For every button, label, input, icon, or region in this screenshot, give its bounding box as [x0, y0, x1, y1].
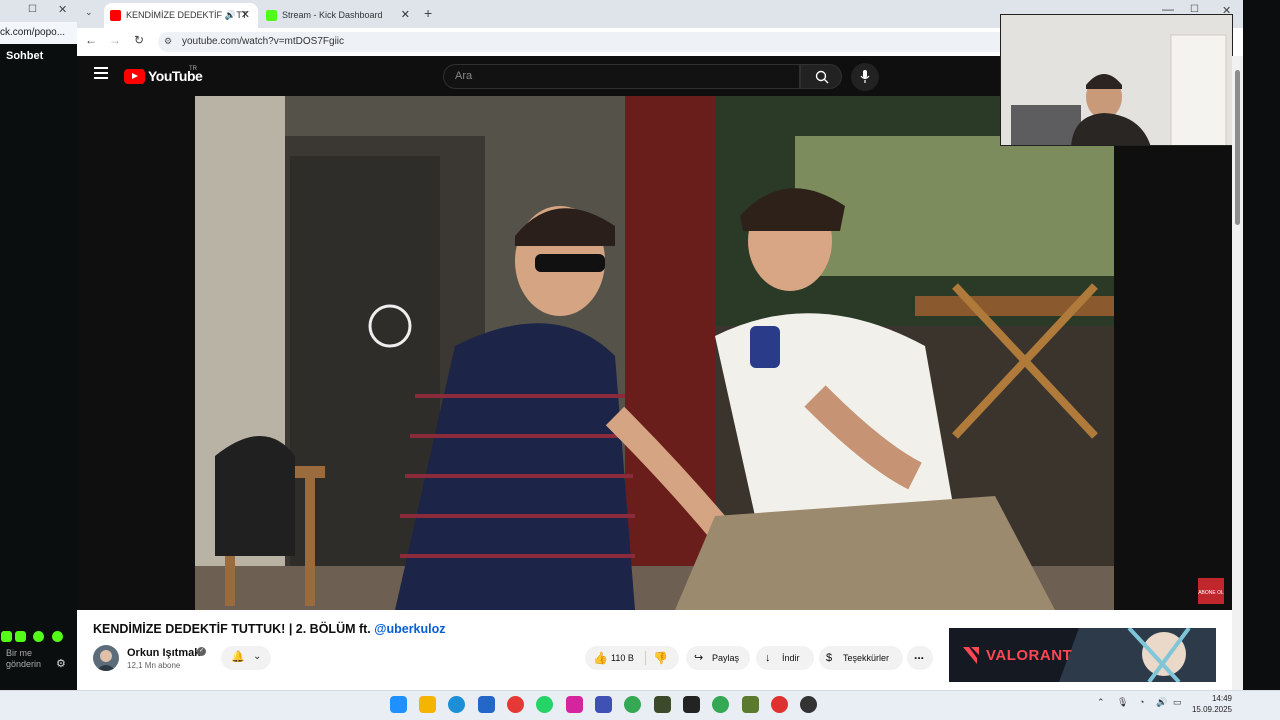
avatar[interactable]: [93, 645, 119, 671]
new-tab-icon[interactable]: +: [424, 5, 432, 21]
battery-icon[interactable]: ▭: [1173, 697, 1182, 708]
chevron-up-icon[interactable]: ⌃: [1097, 697, 1105, 708]
share-icon: ↪: [694, 652, 704, 664]
channel-name[interactable]: Orkun Işıtmak: [127, 647, 200, 659]
microphone-icon: [860, 70, 870, 83]
speaker-icon[interactable]: 🔊: [221, 3, 236, 28]
clock-date: 15.09.2025: [1191, 705, 1232, 714]
gear-icon[interactable]: ⚙: [56, 657, 66, 670]
close-icon[interactable]: ✕: [401, 3, 410, 28]
reload-icon[interactable]: ↻: [130, 33, 148, 47]
subscriber-count: 12,1 Mn abone: [127, 661, 181, 670]
youtube-logo-icon[interactable]: [124, 69, 145, 84]
avatar-image: [96, 650, 116, 671]
chat-message-input[interactable]: Bir me gönderin: [6, 648, 44, 680]
minecraft-icon[interactable]: [654, 696, 671, 713]
share-button[interactable]: ↪ Paylaş: [686, 646, 750, 670]
search-icon: [815, 70, 829, 84]
verified-icon: ✓: [197, 647, 206, 656]
volume-icon[interactable]: 🔊: [1156, 697, 1167, 708]
more-icon: ...: [914, 648, 925, 662]
obs-icon[interactable]: [800, 696, 817, 713]
chevron-down-icon: ⌄: [253, 651, 262, 662]
search-button[interactable]: [800, 64, 842, 89]
video-title-text: KENDİMİZE DEDEKTİF TUTTUK! | 2. BÖLÜM ft…: [93, 622, 371, 636]
app-icon[interactable]: [595, 696, 612, 713]
clock-time: 14:49: [1211, 694, 1232, 703]
subscribe-watermark[interactable]: ABONE OL: [1198, 578, 1224, 604]
chrome-icon[interactable]: [712, 696, 729, 713]
chat-title: Sohbet: [6, 50, 44, 62]
back-icon[interactable]: ←: [82, 33, 100, 47]
hamburger-menu-icon[interactable]: [94, 67, 108, 79]
scrollbar-thumb[interactable]: [1235, 70, 1240, 225]
close-icon[interactable]: ✕: [241, 3, 250, 28]
windows-start-icon[interactable]: [390, 696, 407, 713]
download-button[interactable]: ↓ İndir: [756, 646, 814, 670]
app-icon[interactable]: [771, 696, 788, 713]
ad-brand-text: VALORANT: [986, 647, 1073, 664]
region-code: TR: [189, 66, 197, 72]
like-dislike-group: 👍 110 B 👎: [585, 646, 679, 670]
minecraft-icon[interactable]: [742, 696, 759, 713]
kick-window-titlebar: ☐ ✕: [0, 0, 77, 22]
instagram-icon[interactable]: [566, 696, 583, 713]
share-label: Paylaş: [712, 653, 740, 663]
video-frame: [195, 96, 1114, 610]
kick-chat-window: [0, 0, 77, 690]
bell-icon: 🔔: [231, 651, 245, 663]
wifi-icon[interactable]: ◔: [1139, 697, 1144, 707]
webcam-frame: [1001, 15, 1232, 145]
webcam-overlay: [1000, 14, 1233, 146]
app-icon[interactable]: [683, 696, 700, 713]
emote-icon[interactable]: [15, 631, 26, 642]
youtube-favicon-icon: [110, 10, 121, 21]
kick-favicon-icon: [266, 10, 277, 21]
more-actions-button[interactable]: ...: [907, 646, 933, 670]
emote-icon[interactable]: [52, 631, 63, 642]
url-input[interactable]: youtube.com/watch?v=mtDOS7Fgiic: [158, 32, 1008, 52]
microphone-icon[interactable]: 🎙: [1117, 697, 1128, 708]
close-icon[interactable]: ✕: [58, 3, 67, 16]
search-input[interactable]: Ara: [443, 64, 800, 89]
emote-icon[interactable]: [1, 631, 12, 642]
forward-icon[interactable]: →: [106, 33, 124, 47]
tab-kick-dashboard[interactable]: Stream - Kick Dashboard ✕: [260, 3, 418, 28]
video-title: KENDİMİZE DEDEKTİF TUTTUK! | 2. BÖLÜM ft…: [93, 622, 446, 636]
tab-youtube[interactable]: KENDİMİZE DEDEKTİF TUTT 🔊 ✕: [104, 3, 258, 28]
like-icon[interactable]: 👍: [593, 646, 608, 670]
whatsapp-icon[interactable]: [536, 696, 553, 713]
media-player-icon[interactable]: [507, 696, 524, 713]
mention-link[interactable]: @uberkuloz: [374, 622, 445, 636]
tab-list-icon[interactable]: ⌄: [85, 7, 93, 18]
divider: [645, 651, 646, 665]
download-icon: ↓: [765, 652, 771, 664]
download-label: İndir: [782, 653, 800, 663]
emote-icon[interactable]: [33, 631, 44, 642]
like-count[interactable]: 110 B: [611, 646, 634, 670]
kick-address-bar[interactable]: ck.com/popo...: [0, 22, 77, 44]
thanks-label: Teşekkürler: [843, 653, 890, 663]
site-info-icon[interactable]: ⚙: [164, 36, 172, 47]
video-player[interactable]: [195, 96, 1114, 610]
tab-label: Stream - Kick Dashboard: [282, 10, 383, 20]
thanks-button[interactable]: $ Teşekkürler: [819, 646, 903, 670]
super-thanks-icon: $: [826, 652, 833, 664]
file-explorer-icon[interactable]: [419, 696, 436, 713]
app-icon[interactable]: [478, 696, 495, 713]
taskbar-clock[interactable]: 14:49 15.09.2025: [1190, 693, 1232, 715]
maximize-icon[interactable]: ☐: [28, 4, 37, 15]
edge-icon[interactable]: [448, 696, 465, 713]
dislike-icon[interactable]: 👎: [653, 646, 668, 670]
voice-search-button[interactable]: [851, 63, 879, 91]
chrome-icon[interactable]: [624, 696, 641, 713]
background-window-edge: [1243, 0, 1280, 690]
notification-bell-button[interactable]: 🔔 ⌄: [221, 646, 271, 670]
